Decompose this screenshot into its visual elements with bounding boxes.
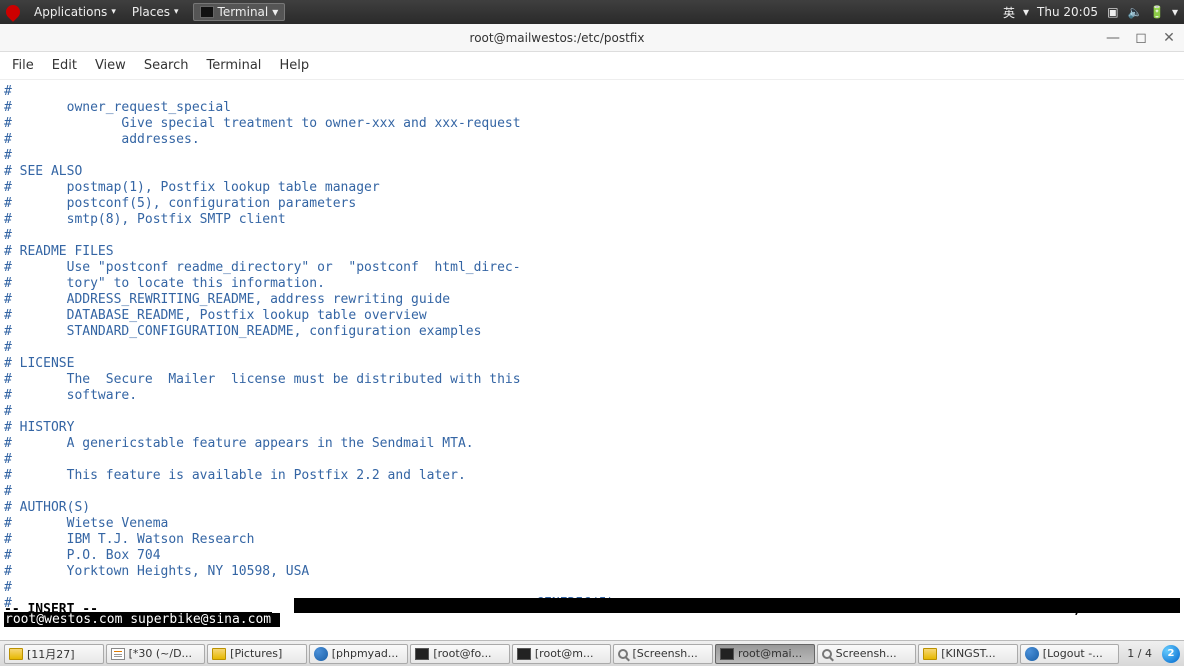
close-button[interactable]: ✕ [1162, 30, 1176, 46]
lens-icon [822, 649, 832, 659]
taskbar-item[interactable]: [11月27] [4, 644, 104, 664]
ime-indicator[interactable]: 英 [1003, 4, 1015, 21]
folder-icon [212, 648, 226, 660]
term-icon [720, 648, 734, 660]
vim-mode: -- INSERT -- [4, 602, 98, 618]
taskbar-item-label: [KINGST... [941, 647, 995, 660]
menu-view[interactable]: View [87, 54, 134, 77]
menu-edit[interactable]: Edit [44, 54, 85, 77]
gnome-top-panel: Applications▾ Places▾ Terminal▾ 英 ▾ Thu 2… [0, 0, 1184, 24]
taskbar-item-label: Screensh... [836, 647, 897, 660]
battery-icon[interactable]: 🔋 [1150, 5, 1164, 19]
terminal-icon [200, 6, 214, 18]
taskbar-item-label: [phpmyad... [332, 647, 399, 660]
applications-menu[interactable]: Applications▾ [28, 3, 122, 21]
menu-help[interactable]: Help [271, 54, 317, 77]
taskbar-item[interactable]: [Pictures] [207, 644, 307, 664]
places-menu[interactable]: Places▾ [126, 3, 185, 21]
distro-logo-icon [3, 2, 23, 22]
taskbar-item-label: [root@m... [535, 647, 594, 660]
taskbar-item[interactable]: Screensh... [817, 644, 917, 664]
chevron-down-icon: ▾ [1023, 5, 1029, 19]
taskbar-item-label: [Pictures] [230, 647, 282, 660]
menu-search[interactable]: Search [136, 54, 197, 77]
menu-file[interactable]: File [4, 54, 42, 77]
folder-icon [923, 648, 937, 660]
taskbar-item-label: [root@fo... [433, 647, 491, 660]
ff-icon [314, 647, 328, 661]
volume-icon[interactable]: 🔈 [1128, 5, 1142, 19]
taskbar-item[interactable]: [Screensh... [613, 644, 713, 664]
chevron-down-icon: ▾ [1172, 5, 1178, 19]
notification-count[interactable]: 2 [1162, 645, 1180, 663]
taskbar-item-label: root@mai... [738, 647, 802, 660]
maximize-button[interactable]: ◻ [1134, 30, 1148, 46]
taskbar-item[interactable]: [KINGST... [918, 644, 1018, 664]
clock[interactable]: Thu 20:05 [1037, 5, 1098, 19]
window-titlebar: root@mailwestos:/etc/postfix — ◻ ✕ [0, 24, 1184, 52]
cursor-position: 241,35 [1050, 602, 1097, 618]
vim-status-line: -- INSERT -- 241,35 Bot [4, 602, 1180, 618]
taskbar-item[interactable]: [root@fo... [410, 644, 510, 664]
ff-icon [1025, 647, 1039, 661]
term-icon [415, 648, 429, 660]
file-content: # # owner_request_special # Give special… [4, 84, 614, 611]
taskbar-item[interactable]: [root@m... [512, 644, 612, 664]
folder-icon [9, 648, 23, 660]
screen-icon[interactable]: ▣ [1106, 5, 1120, 19]
focused-app-terminal[interactable]: Terminal▾ [193, 3, 286, 21]
taskbar-item-label: [Logout -... [1043, 647, 1103, 660]
workspace-indicator[interactable]: 1 / 4 [1123, 647, 1156, 660]
taskbar-item[interactable]: [phpmyad... [309, 644, 409, 664]
taskbar-item-label: [Screensh... [632, 647, 697, 660]
taskbar-item[interactable]: [*30 (~/D... [106, 644, 206, 664]
taskbar-item[interactable]: [Logout -... [1020, 644, 1120, 664]
text-icon [111, 648, 125, 660]
menu-terminal[interactable]: Terminal [198, 54, 269, 77]
bottom-taskbar: [11月27] [*30 (~/D... [Pictures] [phpmyad...… [0, 640, 1184, 666]
taskbar-item[interactable]: root@mai... [715, 644, 815, 664]
terminal-menubar: File Edit View Search Terminal Help [0, 52, 1184, 80]
terminal-viewport[interactable]: # # owner_request_special # Give special… [0, 80, 1184, 620]
lens-icon [618, 649, 628, 659]
minimize-button[interactable]: — [1106, 30, 1120, 46]
window-title: root@mailwestos:/etc/postfix [8, 31, 1106, 45]
scroll-position: Bot [1157, 602, 1180, 618]
taskbar-item-label: [11月27] [27, 646, 75, 662]
term-icon [517, 648, 531, 660]
taskbar-item-label: [*30 (~/D... [129, 647, 192, 660]
